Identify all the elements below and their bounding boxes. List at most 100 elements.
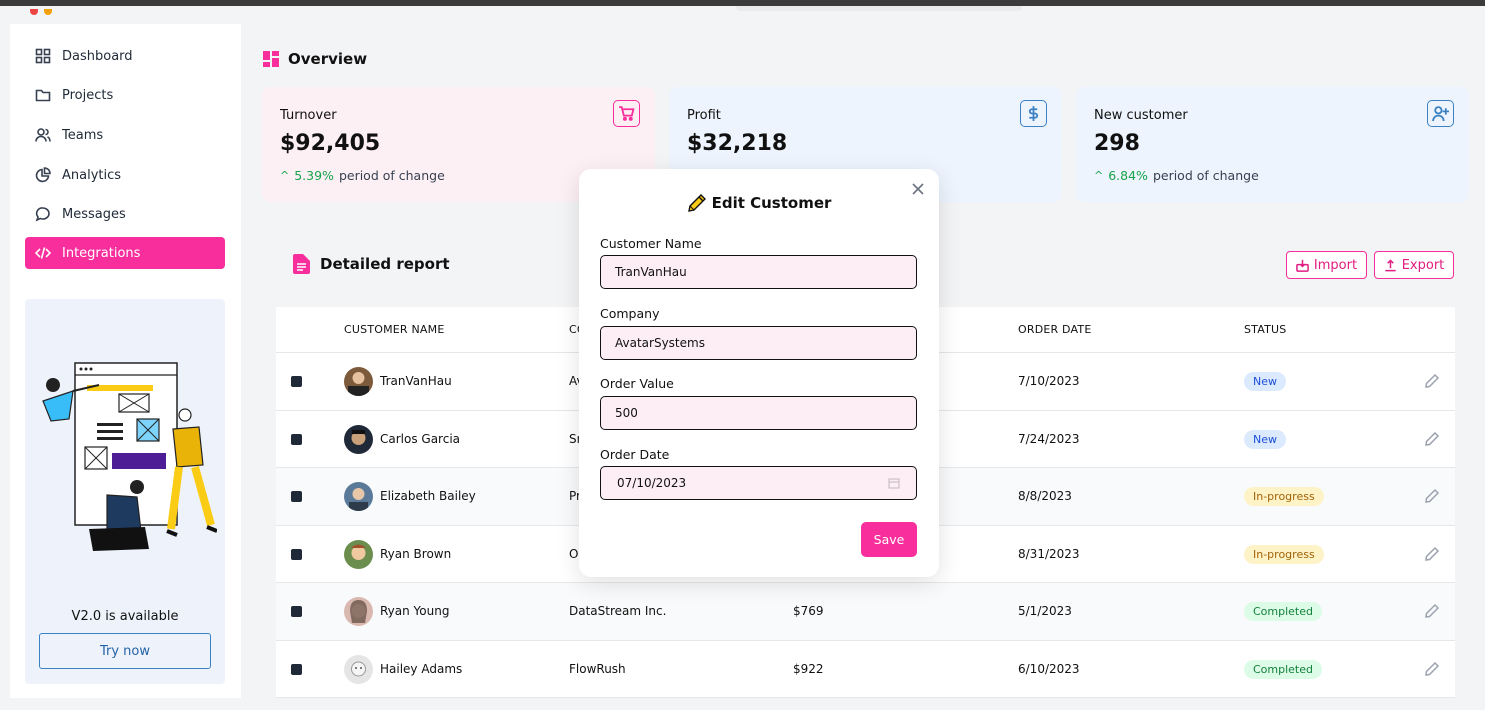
chat-icon bbox=[35, 207, 50, 222]
customer-name: TranVanHau bbox=[380, 374, 452, 388]
sidebar-item-label: Projects bbox=[62, 87, 114, 103]
column-header[interactable]: CUSTOMER NAME bbox=[344, 323, 444, 336]
team-illustration bbox=[42, 362, 217, 551]
cart-icon[interactable] bbox=[613, 100, 640, 127]
customer-name: Elizabeth Bailey bbox=[380, 489, 476, 503]
customer-name: Hailey Adams bbox=[380, 661, 463, 676]
search-input[interactable] bbox=[736, 6, 1022, 11]
modal-title: Edit Customer bbox=[579, 193, 939, 213]
pie-chart-icon bbox=[35, 167, 51, 183]
customer-name: Carlos Garcia bbox=[380, 431, 461, 446]
card-label: Profit bbox=[687, 108, 721, 123]
arrow-up-icon: ^ bbox=[280, 169, 290, 182]
avatar bbox=[344, 367, 373, 396]
sidebar-item-teams[interactable]: Teams bbox=[25, 119, 225, 151]
sidebar-item-projects[interactable]: Projects bbox=[25, 79, 225, 111]
new-customer-card: New customer 298 ^ 6.84% period of chang… bbox=[1076, 87, 1469, 202]
status-badge: Completed bbox=[1244, 602, 1322, 621]
calendar-icon[interactable] bbox=[888, 477, 900, 489]
save-button[interactable]: Save bbox=[861, 522, 917, 557]
export-button[interactable]: Export bbox=[1374, 251, 1454, 279]
company-name: DataStream Inc. bbox=[569, 604, 667, 618]
card-value: 298 bbox=[1094, 131, 1140, 156]
report-title: Detailed report bbox=[293, 254, 450, 274]
card-label: New customer bbox=[1094, 108, 1188, 123]
company-name: O bbox=[569, 546, 579, 561]
card-change: ^ 6.84% period of change bbox=[1094, 168, 1259, 183]
table-row[interactable]: Ryan Young DataStream Inc. $769 5/1/2023… bbox=[276, 583, 1455, 641]
pencil-icon[interactable] bbox=[1424, 488, 1440, 504]
users-icon bbox=[35, 128, 51, 142]
upload-icon bbox=[1385, 258, 1396, 271]
sidebar-item-integrations[interactable]: Integrations bbox=[25, 237, 225, 269]
order-date: 5/1/2023 bbox=[1018, 604, 1072, 618]
top-bar bbox=[0, 0, 1485, 34]
avatar bbox=[344, 597, 373, 626]
avatar bbox=[344, 424, 373, 454]
pencil-icon[interactable] bbox=[1424, 431, 1440, 447]
dollar-icon[interactable] bbox=[1020, 100, 1047, 127]
sidebar-item-analytics[interactable]: Analytics bbox=[25, 159, 225, 191]
column-header[interactable]: STATUS bbox=[1244, 323, 1286, 336]
pencil-icon[interactable] bbox=[1424, 373, 1440, 389]
arrow-up-icon: ^ bbox=[1094, 169, 1104, 182]
order-date: 7/24/2023 bbox=[1018, 431, 1080, 446]
row-checkbox[interactable] bbox=[291, 606, 302, 617]
import-icon bbox=[1296, 259, 1309, 272]
status-badge: In-progress bbox=[1244, 544, 1324, 564]
order-date-field[interactable]: 07/10/2023 bbox=[600, 466, 917, 500]
document-icon bbox=[293, 254, 310, 274]
order-date-value: 07/10/2023 bbox=[617, 476, 687, 490]
order-date: 8/31/2023 bbox=[1018, 546, 1080, 561]
customer-name: Ryan Young bbox=[380, 604, 450, 618]
sidebar-item-messages[interactable]: Messages bbox=[25, 198, 225, 230]
row-checkbox[interactable] bbox=[291, 663, 302, 675]
upgrade-promo: V2.0 is available Try now bbox=[25, 299, 225, 684]
row-checkbox[interactable] bbox=[291, 548, 302, 560]
row-checkbox[interactable] bbox=[291, 376, 302, 387]
customer-name-label: Customer Name bbox=[600, 236, 702, 251]
row-checkbox[interactable] bbox=[291, 433, 302, 445]
order-value-label: Order Value bbox=[600, 376, 674, 391]
order-date-label: Order Date bbox=[600, 447, 670, 462]
table-row[interactable]: Hailey Adams FlowRush $922 6/10/2023 Com… bbox=[276, 640, 1455, 698]
sidebar-item-label: Teams bbox=[62, 127, 104, 143]
card-change: ^ 5.39% period of change bbox=[280, 168, 445, 183]
order-value: $769 bbox=[793, 604, 824, 618]
status-badge: New bbox=[1244, 429, 1286, 449]
order-date: 7/10/2023 bbox=[1018, 374, 1080, 388]
pencil-icon[interactable] bbox=[1424, 661, 1440, 677]
status-badge: Completed bbox=[1244, 659, 1322, 679]
sidebar: Dashboard Projects Teams Analytics Messa… bbox=[10, 24, 241, 698]
company-name: FlowRush bbox=[569, 661, 626, 676]
pencil-icon[interactable] bbox=[1424, 546, 1440, 562]
sidebar-item-label: Dashboard bbox=[62, 48, 133, 64]
customer-name: Ryan Brown bbox=[380, 546, 452, 561]
company-field[interactable]: AvatarSystems bbox=[600, 326, 917, 360]
company-label: Company bbox=[600, 306, 660, 321]
pencil-icon[interactable] bbox=[1424, 603, 1440, 619]
page-title: Overview bbox=[263, 50, 367, 68]
order-value-field[interactable]: 500 bbox=[600, 396, 917, 430]
row-checkbox[interactable] bbox=[291, 491, 302, 502]
order-date: 8/8/2023 bbox=[1018, 489, 1072, 503]
import-button[interactable]: Import bbox=[1286, 251, 1367, 279]
avatar bbox=[344, 654, 373, 684]
sidebar-item-dashboard[interactable]: Dashboard bbox=[25, 40, 225, 72]
sidebar-item-label: Analytics bbox=[62, 167, 122, 183]
folder-icon bbox=[35, 89, 51, 102]
avatar bbox=[344, 482, 373, 511]
pencil-icon bbox=[687, 194, 706, 212]
grid-icon bbox=[35, 48, 51, 64]
dashboard-icon bbox=[263, 51, 279, 67]
card-label: Turnover bbox=[280, 108, 337, 123]
status-badge: New bbox=[1244, 372, 1286, 391]
try-now-button[interactable]: Try now bbox=[39, 633, 211, 669]
customer-name-field[interactable]: TranVanHau bbox=[600, 255, 917, 289]
column-header[interactable]: ORDER DATE bbox=[1018, 323, 1091, 336]
order-value: $922 bbox=[793, 661, 824, 676]
user-plus-icon[interactable] bbox=[1427, 100, 1454, 127]
sidebar-item-label: Messages bbox=[62, 206, 126, 222]
order-date: 6/10/2023 bbox=[1018, 661, 1080, 676]
code-icon bbox=[35, 247, 51, 259]
